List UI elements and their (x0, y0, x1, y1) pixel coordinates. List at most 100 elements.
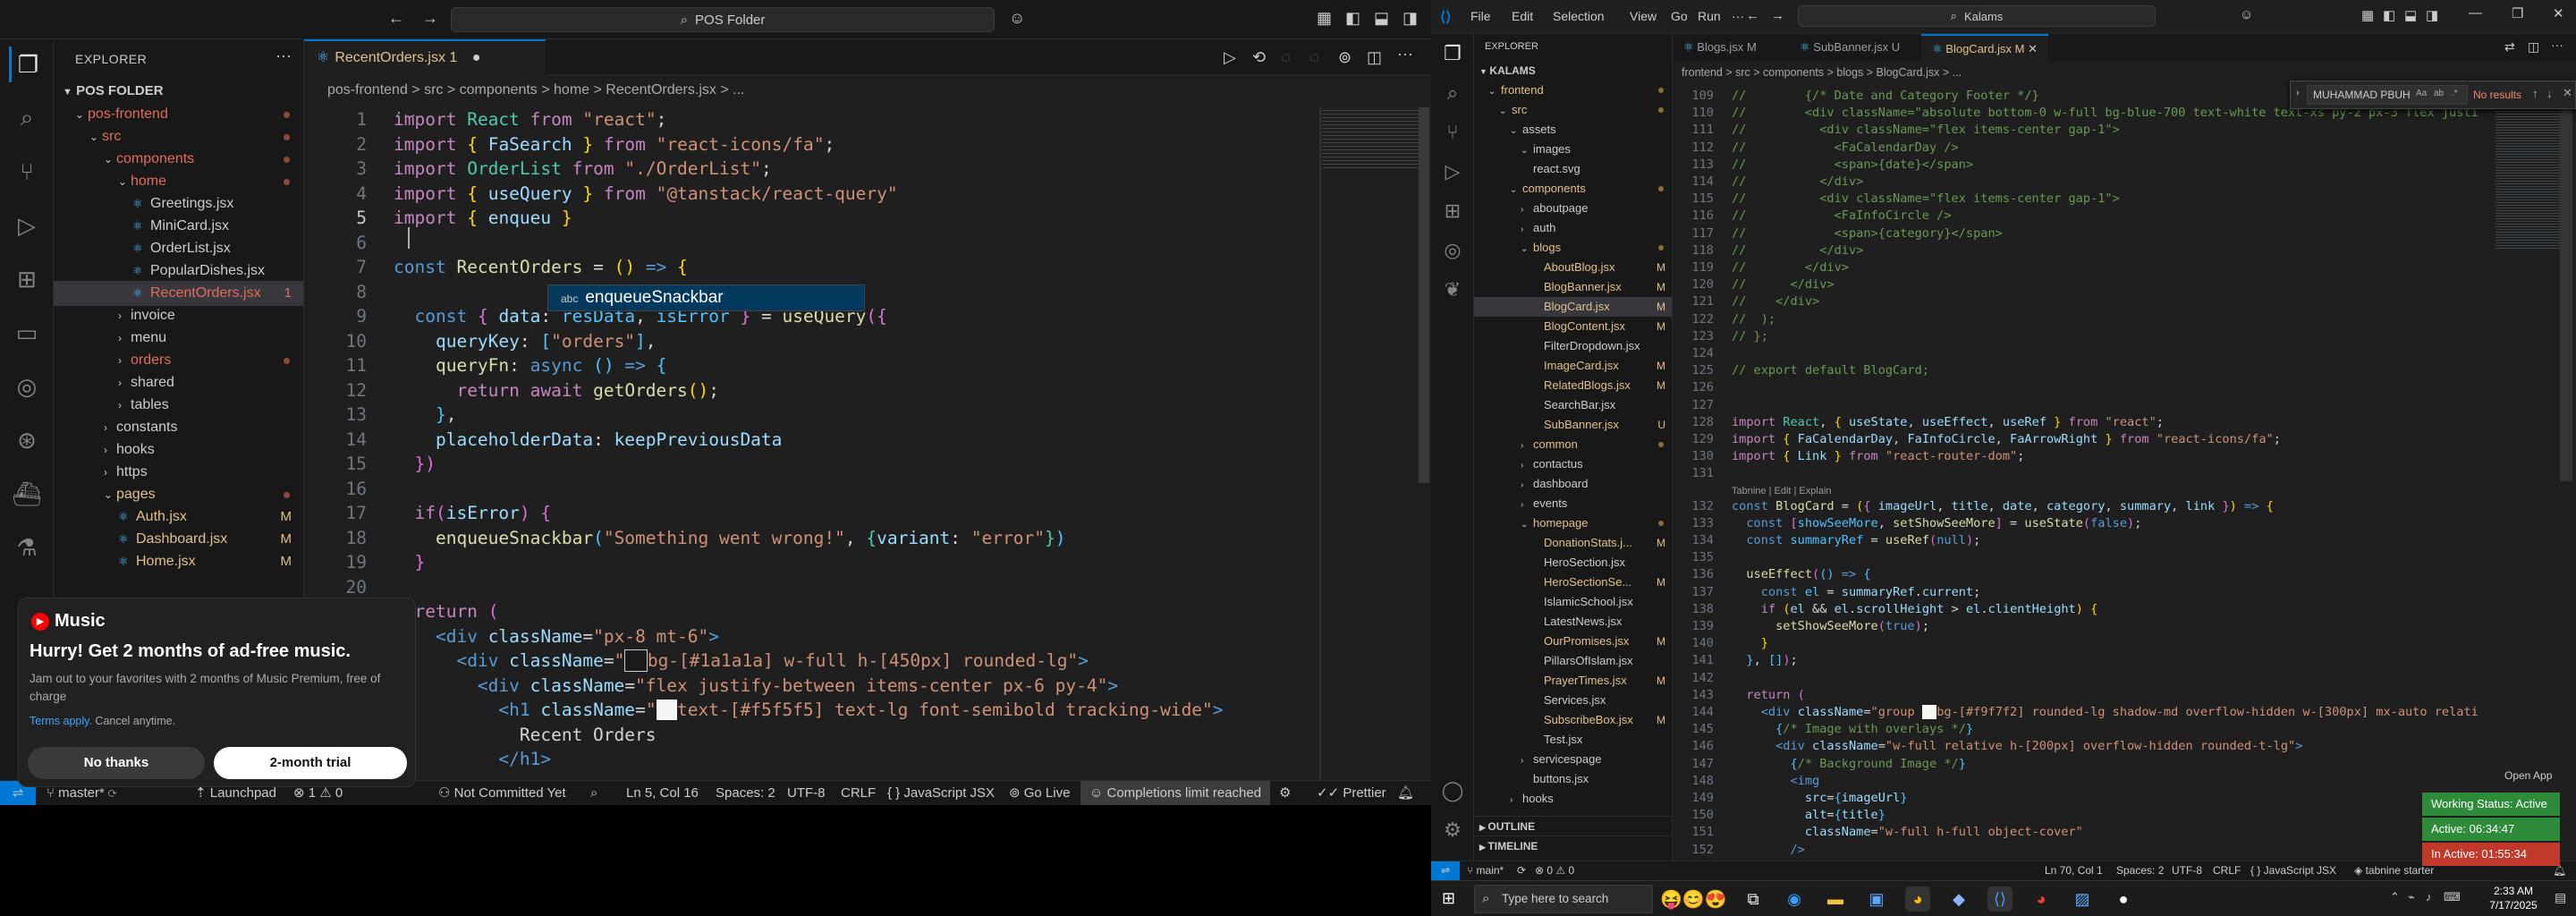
tree-folder[interactable]: ⌄ images (1474, 140, 1672, 159)
task-view-icon[interactable]: ⧉ (1741, 886, 1766, 912)
scrollbar-track[interactable] (1319, 107, 1321, 780)
tree-file[interactable]: HeroSection.jsx (1474, 553, 1672, 572)
tree-folder[interactable]: ⌄ src (1474, 100, 1672, 120)
tree-folder[interactable]: › auth (1474, 218, 1672, 238)
next-match-icon[interactable]: ↓ (2546, 87, 2553, 100)
tree-folder[interactable]: › tables (54, 393, 303, 418)
cursor-position[interactable]: Ln 70, Col 1 (2045, 861, 2103, 880)
tree-file[interactable]: ⚛ Home.jsx M (54, 549, 303, 574)
prev-change-icon[interactable]: ◌ (1281, 48, 1291, 67)
prettier[interactable]: ✓✓ Prettier (1317, 781, 1386, 805)
tray-arrow-icon[interactable]: ⌃ (2390, 890, 2400, 904)
close-icon[interactable]: ✕ (2553, 5, 2564, 21)
commit-status[interactable]: ⚇ Not Committed Yet (438, 781, 566, 805)
run-debug-icon[interactable]: ▷ (1438, 157, 1467, 186)
tree-file[interactable]: Services.jsx (1474, 691, 1672, 710)
whole-word-icon[interactable]: ab (2434, 89, 2444, 98)
restore-icon[interactable]: ❐ (2512, 5, 2523, 21)
more-actions-icon[interactable]: ··· (275, 47, 292, 65)
tree-file[interactable]: ⚛ Dashboard.jsx M (54, 527, 303, 552)
app-icon[interactable]: ● (2111, 886, 2136, 912)
gitlens-icon[interactable]: ◎ (9, 369, 45, 404)
photos-icon[interactable]: ▨ (2070, 886, 2095, 912)
tree-file[interactable]: ImageCard.jsx M (1474, 356, 1672, 376)
tree-folder[interactable]: › menu (54, 326, 303, 351)
tree-folder[interactable]: ⌄ components (1474, 179, 1672, 199)
tree-file[interactable]: AboutBlog.jsx M (1474, 258, 1672, 277)
toggle-sidebar-icon[interactable]: ◧ (1345, 9, 1360, 28)
tree-folder[interactable]: ⌄ components (54, 147, 303, 172)
encoding[interactable]: UTF-8 (2172, 861, 2202, 880)
toggle-panel-icon[interactable]: ⬓ (2404, 7, 2417, 23)
chrome-icon-2[interactable]: ◕ (2029, 886, 2054, 912)
explorer-icon[interactable]: ❐ (9, 47, 45, 82)
previous-match-icon[interactable]: ↑ (2532, 87, 2538, 100)
timeline-section[interactable]: ▶ TIMELINE (1474, 835, 1672, 855)
sync-icon[interactable]: ⟳ (108, 785, 116, 801)
tab-blogs[interactable]: ⚛ Blogs.jsx M (1673, 34, 1767, 61)
tree-folder[interactable]: › aboutpage (1474, 199, 1672, 218)
scrollbar-thumb[interactable] (1419, 107, 1429, 483)
volume-icon[interactable]: ♪ (2426, 890, 2432, 903)
live-share-icon[interactable]: ⊛ (9, 422, 45, 458)
tree-file[interactable]: PrayerTimes.jsx M (1474, 671, 1672, 691)
tree-folder[interactable]: › servicespage (1474, 750, 1672, 769)
command-center[interactable]: ⌕ POS Folder (451, 7, 995, 32)
copilot-icon[interactable]: ☺ (1009, 9, 1025, 28)
tree-file[interactable]: ⚛ MiniCard.jsx (54, 214, 303, 239)
tree-file[interactable]: BlogCard.jsx M (1474, 297, 1672, 317)
toggle-secondary-icon[interactable]: ◨ (2426, 7, 2438, 23)
copilot-icon[interactable]: ☺ (2240, 7, 2253, 22)
menu-item[interactable]: Go (1671, 9, 1688, 23)
tree-file[interactable]: RelatedBlogs.jsx M (1474, 376, 1672, 395)
tree-file[interactable]: OurPromises.jsx M (1474, 632, 1672, 651)
testing-icon[interactable]: ⚗ (9, 530, 45, 565)
eol[interactable]: CRLF (2213, 861, 2241, 880)
tree-folder[interactable]: ⌄ blogs (1474, 238, 1672, 258)
run-debug-icon[interactable]: ▷ (9, 208, 45, 243)
forward-button[interactable]: → (422, 9, 438, 28)
chevron-right-icon[interactable]: › (2296, 88, 2300, 98)
tree-folder[interactable]: ⌄ pos-frontend (54, 102, 303, 127)
tree-folder[interactable]: ⌄ pages (54, 482, 303, 507)
tree-folder[interactable]: ⌄ src (54, 124, 303, 149)
breadcrumb[interactable]: frontend > src > components > blogs > Bl… (1682, 66, 1962, 79)
manage-gear-icon[interactable]: ⚙ (1438, 816, 1467, 844)
layout-icon[interactable]: ▦ (2361, 7, 2374, 23)
tab-blogcard[interactable]: ⚛ BlogCard.jsx M ✕ (1921, 34, 2048, 61)
tree-file[interactable]: ⚛ Greetings.jsx (54, 191, 303, 216)
encoding[interactable]: UTF-8 (787, 781, 826, 805)
mongodb-icon[interactable]: ❦ (1438, 276, 1467, 304)
menu-item[interactable]: View (1630, 9, 1657, 23)
branch-indicator[interactable]: ⑂ main* (1467, 861, 1504, 880)
menu-item[interactable]: File (1470, 9, 1491, 23)
trial-button[interactable]: 2-month trial (214, 747, 407, 779)
tree-file[interactable]: react.svg (1474, 159, 1672, 179)
minimize-icon[interactable]: — (2469, 5, 2482, 21)
source-control-icon[interactable]: ⑂ (9, 154, 45, 190)
tree-folder[interactable]: › constants (54, 415, 303, 440)
working-status-badge[interactable]: Working Status: Active (2422, 793, 2560, 816)
remote-explorer-icon[interactable]: ▭ (9, 315, 45, 351)
sync-icon[interactable]: ⟳ (1517, 861, 1526, 880)
indentation[interactable]: Spaces: 2 (716, 781, 775, 805)
tree-folder[interactable]: ⌄ home (54, 169, 303, 194)
tree-folder[interactable]: › dashboard (1474, 474, 1672, 494)
tree-folder[interactable]: › common (1474, 435, 1672, 454)
file-explorer-icon[interactable]: ▬ (1823, 886, 1848, 912)
taskbar-search[interactable]: ⌕ Type here to search (1474, 885, 1653, 913)
toggle-sidebar-icon[interactable]: ◧ (2383, 7, 2395, 23)
tree-folder[interactable]: › events (1474, 494, 1672, 513)
vscode-taskbar-icon-2[interactable]: ⟨⟩ (1987, 886, 2012, 912)
scrollbar-thumb[interactable] (2560, 88, 2572, 481)
tree-file[interactable]: buttons.jsx (1474, 769, 1672, 789)
extensions-icon[interactable]: ⊞ (9, 261, 45, 297)
eol[interactable]: CRLF (841, 781, 876, 805)
tree-file[interactable]: ⚛ PopularDishes.jsx (54, 259, 303, 284)
minimap[interactable] (2496, 88, 2567, 249)
more-actions-icon[interactable]: ··· (1397, 45, 1413, 64)
extensions-icon[interactable]: ⊞ (1438, 197, 1467, 225)
back-button[interactable]: ← (388, 9, 404, 28)
toggle-panel-icon[interactable]: ⬓ (1374, 9, 1389, 28)
regex-icon[interactable]: .* (2452, 89, 2458, 98)
